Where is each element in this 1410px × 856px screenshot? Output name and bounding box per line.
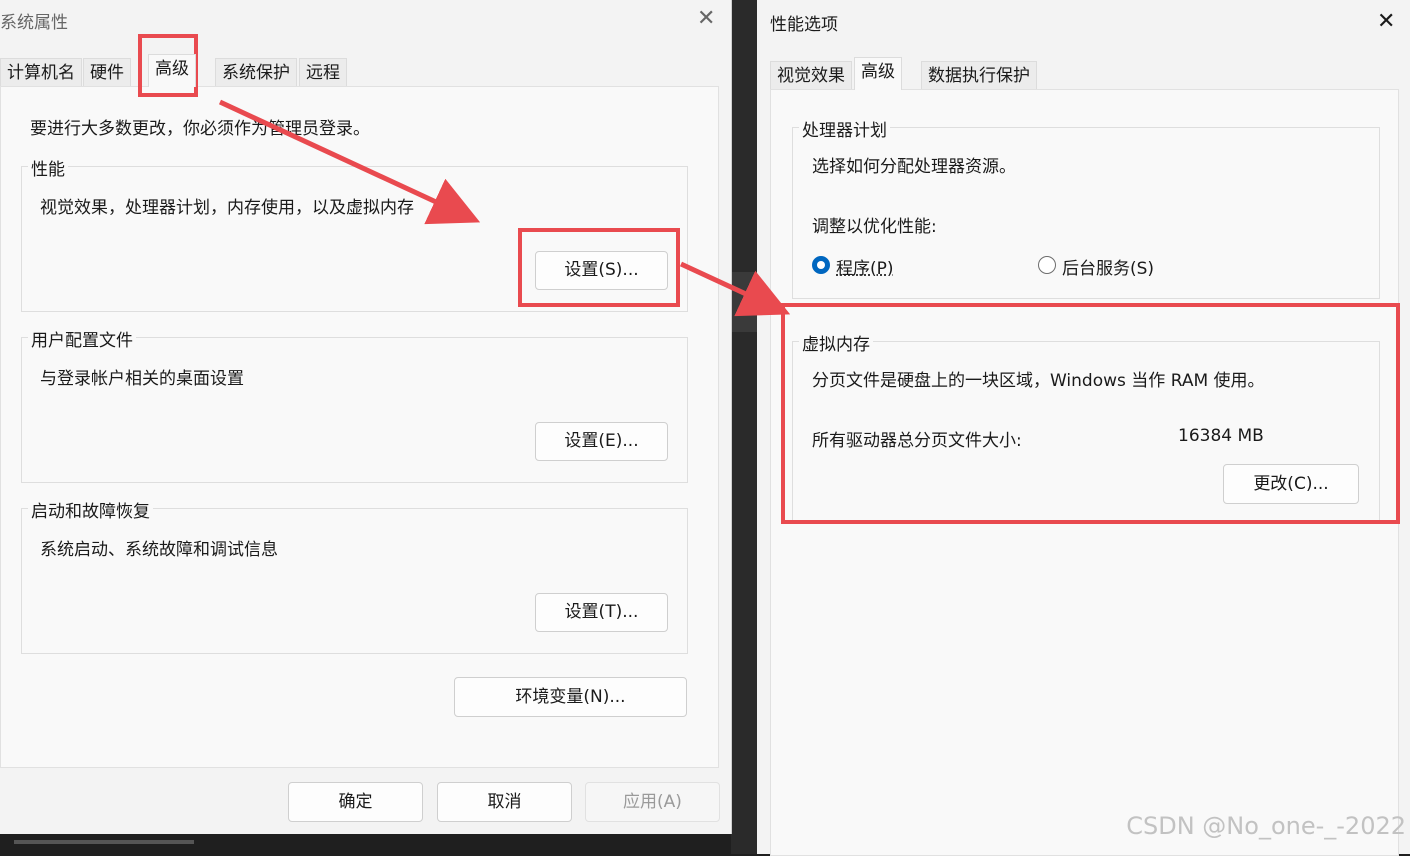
processor-description: 选择如何分配处理器资源。 xyxy=(812,157,1016,177)
background-services-radio[interactable] xyxy=(1038,256,1056,274)
performance-settings-button[interactable]: 设置(S)... xyxy=(535,251,668,290)
processor-scheduling-label: 处理器计划 xyxy=(799,116,890,141)
advanced-tab-page: 要进行大多数更改，你必须作为管理员登录。 性能 视觉效果，处理器计划，内存使用，… xyxy=(0,86,719,768)
tab-visual-effects[interactable]: 视觉效果 xyxy=(770,61,852,90)
programs-label[interactable]: 程序(P) xyxy=(836,254,894,279)
tab-system-protection[interactable]: 系统保护 xyxy=(215,58,297,87)
tab-bar: 计算机名 硬件 高级 系统保护 远程 xyxy=(0,54,370,88)
adjust-for-label: 调整以优化性能: xyxy=(812,217,937,237)
environment-variables-button[interactable]: 环境变量(N)... xyxy=(454,677,687,717)
close-icon[interactable]: ✕ xyxy=(697,8,715,30)
background-services-label[interactable]: 后台服务(S) xyxy=(1062,254,1154,279)
performance-options-window: 性能选项 ✕ 视觉效果 高级 数据执行保护 处理器计划 选择如何分配处理器资源。… xyxy=(757,0,1410,856)
tab-data-execution-prevention[interactable]: 数据执行保护 xyxy=(921,61,1037,90)
processor-scheduling-group: 处理器计划 选择如何分配处理器资源。 调整以优化性能: 程序(P) 后台服务(S… xyxy=(792,116,1380,299)
virtual-memory-group: 虚拟内存 分页文件是硬盘上的一块区域，Windows 当作 RAM 使用。 所有… xyxy=(792,330,1380,523)
tab-advanced[interactable]: 高级 xyxy=(854,57,902,90)
watermark: CSDN @No_one-_-2022 xyxy=(1126,812,1406,840)
total-paging-size-label: 所有驱动器总分页文件大小: xyxy=(812,431,1022,451)
change-virtual-memory-button[interactable]: 更改(C)... xyxy=(1223,464,1359,504)
user-profiles-group: 用户配置文件 与登录帐户相关的桌面设置 设置(E)... xyxy=(21,326,688,483)
window-title: 系统属性 xyxy=(0,13,68,33)
advanced-tab-page: 处理器计划 选择如何分配处理器资源。 调整以优化性能: 程序(P) 后台服务(S… xyxy=(770,89,1399,856)
user-profiles-label: 用户配置文件 xyxy=(28,326,136,351)
tab-computer-name[interactable]: 计算机名 xyxy=(0,58,82,87)
performance-group: 性能 视觉效果，处理器计划，内存使用，以及虚拟内存 设置(S)... xyxy=(21,155,688,312)
virtual-memory-description: 分页文件是硬盘上的一块区域，Windows 当作 RAM 使用。 xyxy=(812,371,1265,391)
window-title: 性能选项 xyxy=(770,15,838,35)
window-gap xyxy=(731,0,757,854)
total-paging-size-value: 16384 MB xyxy=(1178,426,1264,446)
performance-label: 性能 xyxy=(28,155,68,180)
cancel-button[interactable]: 取消 xyxy=(437,782,572,822)
startup-recovery-description: 系统启动、系统故障和调试信息 xyxy=(40,540,278,560)
virtual-memory-label: 虚拟内存 xyxy=(799,330,873,355)
tab-advanced[interactable]: 高级 xyxy=(148,54,196,87)
tab-bar: 视觉效果 高级 数据执行保护 xyxy=(770,57,1050,91)
system-properties-window: 系统属性 ✕ 计算机名 硬件 高级 系统保护 远程 要进行大多数更改，你必须作为… xyxy=(0,0,732,834)
programs-radio[interactable] xyxy=(812,256,830,274)
taskbar-strip xyxy=(0,834,731,854)
gap-strip xyxy=(731,272,757,332)
admin-note: 要进行大多数更改，你必须作为管理员登录。 xyxy=(30,119,370,139)
close-icon[interactable]: ✕ xyxy=(1377,11,1395,33)
user-profiles-description: 与登录帐户相关的桌面设置 xyxy=(40,369,244,389)
startup-recovery-label: 启动和故障恢复 xyxy=(28,497,153,522)
apply-button[interactable]: 应用(A) xyxy=(585,782,720,822)
user-profiles-settings-button[interactable]: 设置(E)... xyxy=(535,422,668,461)
tab-remote[interactable]: 远程 xyxy=(299,58,347,87)
ok-button[interactable]: 确定 xyxy=(288,782,423,822)
tab-hardware[interactable]: 硬件 xyxy=(83,58,131,87)
performance-description: 视觉效果，处理器计划，内存使用，以及虚拟内存 xyxy=(40,198,414,218)
startup-recovery-group: 启动和故障恢复 系统启动、系统故障和调试信息 设置(T)... xyxy=(21,497,688,654)
startup-recovery-settings-button[interactable]: 设置(T)... xyxy=(535,593,668,632)
